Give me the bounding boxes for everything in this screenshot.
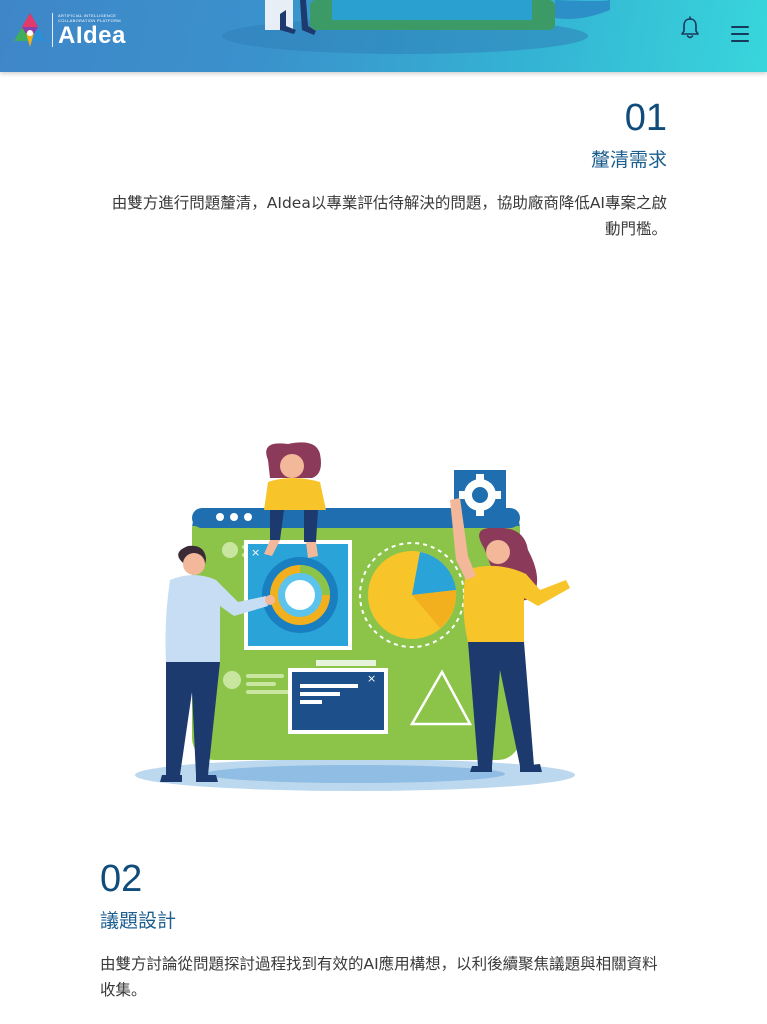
logo-mark-icon <box>14 13 46 47</box>
step-number: 02 <box>100 858 143 900</box>
step-title: 釐清需求 <box>590 149 667 171</box>
menu-line <box>731 33 749 35</box>
logo-wordmark: AIdea <box>58 21 126 49</box>
collaboration-illustration: × × <box>135 442 575 791</box>
svg-text:×: × <box>251 546 260 559</box>
logo-divider <box>52 13 53 47</box>
step-description: 由雙方進行問題釐清，AIdea以專業評估待解決的問題，協助廠商降低AI專案之啟動… <box>111 194 667 238</box>
menu-line <box>731 26 749 28</box>
menu-line <box>731 40 749 42</box>
header-illustration <box>222 0 610 54</box>
aidea-logo[interactable]: ARTIFICIAL INTELLIGENCE COLLABORATION PL… <box>12 11 126 49</box>
svg-text:×: × <box>367 672 376 685</box>
bell-icon[interactable] <box>679 16 701 40</box>
step-title: 議題設計 <box>100 910 177 932</box>
step-description: 由雙方討論從問題探討過程找到有效的AI應用構想，以利後續聚焦議題與相關資料收集。 <box>100 955 658 999</box>
logo-text: ARTIFICIAL INTELLIGENCE COLLABORATION PL… <box>58 13 126 48</box>
site-header: ARTIFICIAL INTELLIGENCE COLLABORATION PL… <box>0 0 767 72</box>
step-number: 01 <box>624 97 667 139</box>
hamburger-menu-icon[interactable] <box>729 26 751 46</box>
